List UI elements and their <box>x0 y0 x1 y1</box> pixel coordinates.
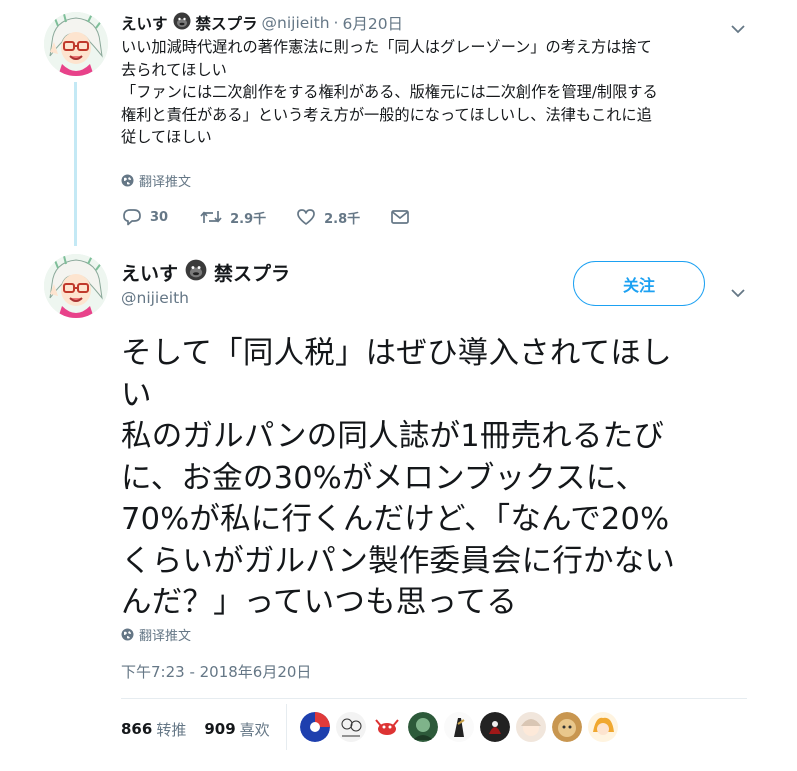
liker-avatars <box>300 712 624 742</box>
follow-button[interactable]: 关注 <box>573 261 705 306</box>
tweet-timestamp[interactable]: 下午7:23 - 2018年6月20日 <box>121 661 311 682</box>
heart-icon <box>297 209 315 225</box>
handle[interactable]: @nijieith <box>262 14 330 32</box>
avatar[interactable] <box>44 12 108 76</box>
tweet-date[interactable]: 6月20日 <box>342 12 403 34</box>
globe-icon <box>121 628 134 641</box>
like-count[interactable]: 909 喜欢 <box>204 719 269 740</box>
envelope-icon <box>391 210 410 224</box>
retweet-button[interactable]: 2.9千 <box>200 208 266 227</box>
tweet-text-line: 権利と責任がある」という考え方が一般的になってほしいし、法律もこれに追 <box>121 105 652 124</box>
translate-tweet-link[interactable]: 翻译推文 <box>121 625 191 644</box>
thread-connector-line <box>74 82 77 246</box>
avatar[interactable] <box>372 712 402 742</box>
tweet-text-line: んだ？」っていつも思ってる <box>121 585 518 620</box>
avatar[interactable] <box>480 712 510 742</box>
tweet-header: えいす 禁スプラ @nijieith · 6月20日 <box>121 12 403 34</box>
retweet-icon <box>200 211 222 223</box>
gorilla-icon <box>185 259 207 286</box>
separator-dot: · <box>333 14 339 32</box>
divider <box>121 698 747 699</box>
avatar[interactable] <box>44 254 108 318</box>
reply-button[interactable]: 30 <box>122 208 168 226</box>
tweet-text: いい加減時代遅れの著作憲法に則った「同人はグレーゾーン」の考え方は捨て 去られて… <box>121 36 749 149</box>
tweet-text-line: そして「同人税」はぜひ導入されてほし <box>121 336 672 371</box>
globe-icon <box>121 174 134 187</box>
chevron-down-icon[interactable] <box>730 283 746 298</box>
tweet-text-line: に、お金の30%がメロンブックスに、 <box>121 460 647 496</box>
tweet-text-line: 「ファンには二次創作をする権利がある、版権元には二次創作を管理/制限する <box>121 83 658 101</box>
like-button[interactable]: 2.8千 <box>296 208 360 227</box>
display-name[interactable]: えいす 禁スプラ <box>121 258 290 286</box>
tweet-text-line: 従してほしい <box>121 128 212 146</box>
tweet-stats: 866 转推 909 喜欢 <box>121 715 280 743</box>
avatar[interactable] <box>588 712 618 742</box>
tweet-text-line: くらいがガルパン製作委員会に行かない <box>121 543 676 579</box>
avatar[interactable] <box>552 712 582 742</box>
stats-separator <box>286 704 287 750</box>
avatar[interactable] <box>300 712 330 742</box>
direct-message-button[interactable] <box>390 209 418 225</box>
tweet-actions: 30 2.9千 2.8千 <box>122 204 448 230</box>
tweet-text-line: いい加減時代遅れの著作憲法に則った「同人はグレーゾーン」の考え方は捨て <box>121 38 652 56</box>
reply-icon <box>123 209 141 226</box>
display-name[interactable]: えいす 禁スプラ <box>121 12 258 34</box>
handle[interactable]: @nijieith <box>121 289 189 307</box>
tweet-text-line: 去られてほしい <box>121 60 227 79</box>
tweet-text: そして「同人税」はぜひ導入されてほし い 私のガルパンの同人誌が1冊売れるたび … <box>121 333 751 624</box>
chevron-down-icon[interactable] <box>730 19 746 34</box>
tweet-text-line: 70%が私に行くんだけど、「なんで20% <box>121 502 670 537</box>
gorilla-icon <box>173 12 191 34</box>
retweet-count[interactable]: 866 转推 <box>121 719 186 740</box>
avatar[interactable] <box>444 712 474 742</box>
avatar[interactable] <box>408 712 438 742</box>
tweet-text-line: 私のガルパンの同人誌が1冊売れるたび <box>121 419 665 454</box>
avatar[interactable] <box>516 712 546 742</box>
tweet-text-line: い <box>121 377 152 413</box>
translate-tweet-link[interactable]: 翻译推文 <box>121 171 191 190</box>
avatar[interactable] <box>336 712 366 742</box>
